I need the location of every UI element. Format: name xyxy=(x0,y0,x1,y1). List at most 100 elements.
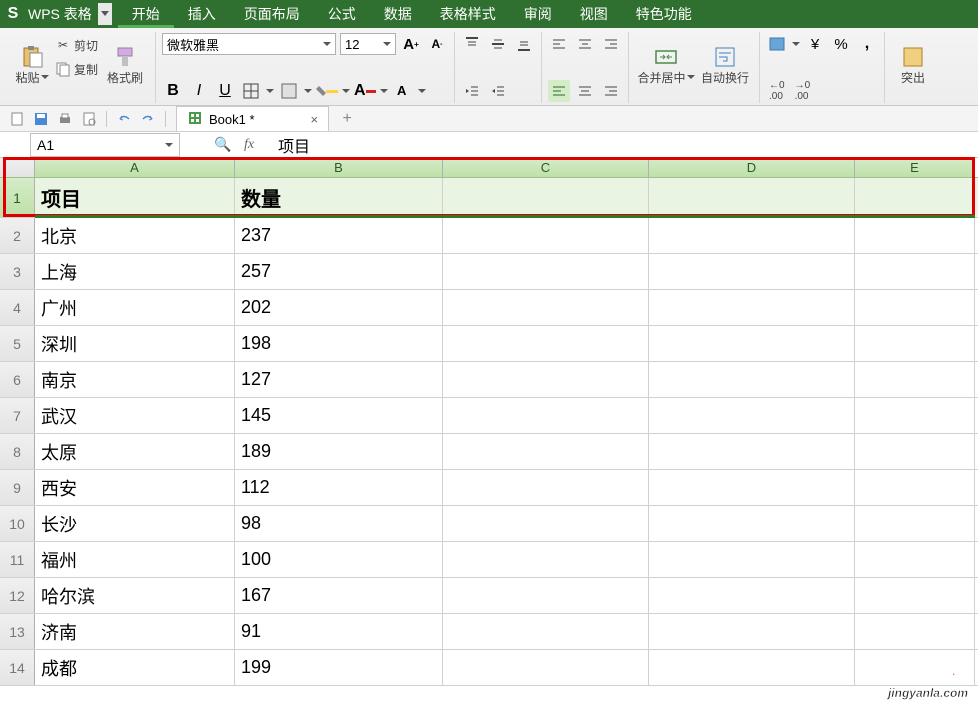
cell[interactable] xyxy=(855,326,975,361)
row-header[interactable]: 10 xyxy=(0,506,35,541)
currency-button[interactable]: ¥ xyxy=(804,33,826,55)
fill-color-button[interactable] xyxy=(316,80,338,102)
cell[interactable]: 167 xyxy=(235,578,443,613)
cell[interactable] xyxy=(443,434,649,469)
cell[interactable] xyxy=(855,470,975,505)
row-header[interactable]: 8 xyxy=(0,434,35,469)
add-tab-button[interactable]: + xyxy=(335,107,359,131)
cell[interactable]: 太原 xyxy=(35,434,235,469)
cut-button[interactable]: ✂剪切 xyxy=(52,34,101,56)
tab-start[interactable]: 开始 xyxy=(118,0,174,28)
underline-button[interactable]: U xyxy=(214,80,236,102)
tab-view[interactable]: 视图 xyxy=(566,0,622,28)
cell[interactable]: 198 xyxy=(235,326,443,361)
cell[interactable] xyxy=(649,578,855,613)
new-file-icon[interactable] xyxy=(6,108,28,130)
cell[interactable] xyxy=(649,362,855,397)
align-justify-right-icon[interactable] xyxy=(600,80,622,102)
cell[interactable] xyxy=(443,578,649,613)
cell[interactable] xyxy=(649,506,855,541)
tab-review[interactable]: 审阅 xyxy=(510,0,566,28)
cell[interactable]: 长沙 xyxy=(35,506,235,541)
align-left-icon[interactable] xyxy=(548,33,570,55)
cell[interactable] xyxy=(855,178,975,217)
cell[interactable] xyxy=(649,254,855,289)
font-color-button[interactable]: A xyxy=(354,80,376,102)
close-tab-icon[interactable]: × xyxy=(311,112,319,127)
cell[interactable] xyxy=(855,362,975,397)
cell[interactable]: 257 xyxy=(235,254,443,289)
cell[interactable] xyxy=(855,542,975,577)
cell[interactable] xyxy=(649,434,855,469)
cell[interactable] xyxy=(855,434,975,469)
row-header[interactable]: 14 xyxy=(0,650,35,685)
cell[interactable]: 成都 xyxy=(35,650,235,685)
fill-pattern-button[interactable] xyxy=(278,80,300,102)
cell[interactable] xyxy=(855,218,975,253)
chevron-down-icon[interactable] xyxy=(792,42,800,46)
cell[interactable] xyxy=(855,506,975,541)
copy-button[interactable]: 复制 xyxy=(52,58,101,80)
align-top-icon[interactable] xyxy=(461,33,483,55)
tab-page-layout[interactable]: 页面布局 xyxy=(230,0,314,28)
cell[interactable] xyxy=(443,290,649,325)
cell[interactable]: 189 xyxy=(235,434,443,469)
save-icon[interactable] xyxy=(30,108,52,130)
col-header-b[interactable]: B xyxy=(235,158,443,177)
row-header[interactable]: 11 xyxy=(0,542,35,577)
chevron-down-icon[interactable] xyxy=(304,89,312,93)
app-menu-dropdown[interactable] xyxy=(98,3,112,25)
align-center-icon[interactable] xyxy=(574,33,596,55)
chevron-down-icon[interactable] xyxy=(380,89,388,93)
decrease-decimal-button[interactable]: →0.00 xyxy=(792,80,814,102)
row-header[interactable]: 13 xyxy=(0,614,35,649)
chevron-down-icon[interactable] xyxy=(342,89,350,93)
col-header-c[interactable]: C xyxy=(443,158,649,177)
row-header[interactable]: 3 xyxy=(0,254,35,289)
cell[interactable] xyxy=(443,542,649,577)
paste-button[interactable]: 粘贴 xyxy=(12,32,52,98)
function-wizard-icon[interactable]: 🔍 xyxy=(214,136,232,154)
italic-button[interactable]: I xyxy=(188,80,210,102)
cell[interactable]: 南京 xyxy=(35,362,235,397)
cell[interactable]: 91 xyxy=(235,614,443,649)
cell[interactable]: 上海 xyxy=(35,254,235,289)
cell[interactable]: 数量 xyxy=(235,178,443,217)
cell[interactable] xyxy=(649,218,855,253)
col-header-e[interactable]: E xyxy=(855,158,975,177)
increase-indent-icon[interactable] xyxy=(487,80,509,102)
row-header[interactable]: 4 xyxy=(0,290,35,325)
decrease-indent-icon[interactable] xyxy=(461,80,483,102)
redo-icon[interactable] xyxy=(137,108,159,130)
cell[interactable]: 202 xyxy=(235,290,443,325)
border-button[interactable] xyxy=(240,80,262,102)
cell[interactable] xyxy=(855,254,975,289)
cell[interactable]: 北京 xyxy=(35,218,235,253)
cell[interactable]: 哈尔滨 xyxy=(35,578,235,613)
merge-center-button[interactable]: 合并居中 xyxy=(635,32,697,98)
cell[interactable]: 237 xyxy=(235,218,443,253)
cell[interactable] xyxy=(649,178,855,217)
row-header[interactable]: 7 xyxy=(0,398,35,433)
protrude-button[interactable]: 突出 xyxy=(891,32,935,98)
tab-special[interactable]: 特色功能 xyxy=(622,0,706,28)
tab-data[interactable]: 数据 xyxy=(370,0,426,28)
cell[interactable]: 福州 xyxy=(35,542,235,577)
cell[interactable] xyxy=(443,470,649,505)
cell[interactable] xyxy=(649,542,855,577)
cell[interactable]: 112 xyxy=(235,470,443,505)
cell[interactable]: 深圳 xyxy=(35,326,235,361)
select-all-corner[interactable] xyxy=(0,158,35,177)
cell[interactable] xyxy=(649,398,855,433)
tab-insert[interactable]: 插入 xyxy=(174,0,230,28)
cell[interactable]: 项目 xyxy=(35,178,235,217)
percent-button[interactable]: % xyxy=(830,33,852,55)
cell[interactable] xyxy=(649,614,855,649)
fx-icon[interactable]: fx xyxy=(240,136,258,154)
cell[interactable] xyxy=(443,506,649,541)
row-header[interactable]: 6 xyxy=(0,362,35,397)
cell[interactable]: 98 xyxy=(235,506,443,541)
cell[interactable] xyxy=(855,398,975,433)
cell[interactable]: 济南 xyxy=(35,614,235,649)
tab-table-style[interactable]: 表格样式 xyxy=(426,0,510,28)
